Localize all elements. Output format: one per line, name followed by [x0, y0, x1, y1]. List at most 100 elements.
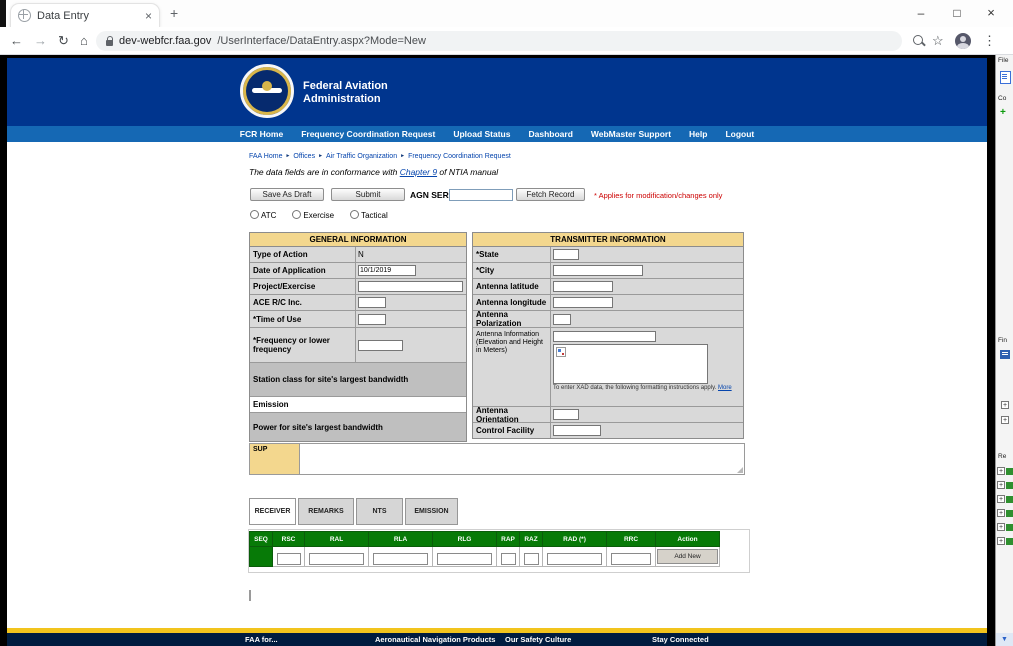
date-of-application-input[interactable] — [358, 265, 416, 276]
city-input[interactable] — [553, 265, 643, 276]
frequency-input[interactable] — [358, 340, 403, 351]
antenna-latitude-label: Antenna latitude — [473, 279, 551, 294]
agency-name: Federal Aviation Administration — [303, 80, 388, 106]
project-exercise-label: Project/Exercise — [250, 279, 356, 294]
window-minimize-button[interactable]: – — [905, 0, 937, 26]
agn-ser-input[interactable] — [449, 189, 513, 201]
breadcrumb-air-traffic-organization[interactable]: Air Traffic Organization — [326, 153, 397, 160]
radio-exercise[interactable] — [292, 210, 301, 219]
agency-line1: Federal Aviation — [303, 80, 388, 93]
row-control-facility: Control Facility — [473, 423, 743, 438]
forward-button[interactable]: → — [34, 33, 47, 48]
radio-atc[interactable] — [250, 210, 259, 219]
bookmark-star-icon[interactable]: ☆ — [932, 33, 944, 49]
green-plus-icon[interactable]: + — [1000, 108, 1006, 118]
chapter-9-link[interactable]: Chapter 9 — [400, 167, 437, 177]
book-icon — [1000, 350, 1010, 359]
fetch-record-button[interactable]: Fetch Record — [516, 188, 585, 201]
rap-input[interactable] — [501, 553, 516, 565]
state-input[interactable] — [553, 249, 579, 260]
row-station-class: Station class for site's largest bandwid… — [250, 363, 466, 397]
tree-expand-icon[interactable]: + — [997, 495, 1005, 503]
search-icon[interactable] — [913, 35, 923, 45]
antenna-orientation-input[interactable] — [553, 409, 579, 420]
tree-expand-icon[interactable]: + — [997, 523, 1005, 531]
reload-button[interactable]: ↻ — [58, 33, 69, 49]
tree-item-icon — [1006, 468, 1013, 475]
breadcrumb-frequency-coordination-request[interactable]: Frequency Coordination Request — [408, 153, 511, 160]
nav-logout[interactable]: Logout — [725, 129, 754, 139]
window-close-button[interactable]: × — [975, 0, 1007, 26]
co-label: Co — [998, 95, 1013, 102]
raz-input[interactable] — [524, 553, 539, 565]
tree-item-icon — [1006, 524, 1013, 531]
window-maximize-button[interactable]: □ — [941, 0, 973, 26]
footer-bar: FAA for... Aeronautical Navigation Produ… — [7, 633, 987, 646]
breadcrumb: FAA Home►Offices►Air Traffic Organizatio… — [249, 153, 511, 160]
power-label: Power for site's largest bandwidth — [250, 413, 466, 441]
tree-expand-icon[interactable]: + — [997, 481, 1005, 489]
radio-tactical[interactable] — [350, 210, 359, 219]
submit-button[interactable]: Submit — [331, 188, 405, 201]
re-label: Re — [998, 453, 1013, 460]
ral-input[interactable] — [309, 553, 364, 565]
document-icon — [1000, 71, 1011, 84]
nav-upload-status[interactable]: Upload Status — [453, 129, 510, 139]
tab-remarks[interactable]: REMARKS — [298, 498, 354, 525]
browser-menu-icon[interactable]: ⋮ — [983, 33, 996, 49]
tree-item-icon — [1006, 538, 1013, 545]
station-class-label: Station class for site's largest bandwid… — [250, 363, 466, 396]
control-facility-input[interactable] — [553, 425, 601, 436]
receiver-table-row: Add New — [250, 547, 720, 567]
tree-expand-icon[interactable]: + — [997, 467, 1005, 475]
rrc-input[interactable] — [611, 553, 651, 565]
ace-rc-input[interactable] — [358, 297, 386, 308]
time-of-use-input[interactable] — [358, 314, 386, 325]
tab-nts[interactable]: NTS — [356, 498, 403, 525]
nav-help[interactable]: Help — [689, 129, 707, 139]
tree-item-icon — [1006, 496, 1013, 503]
antenna-longitude-input[interactable] — [553, 297, 613, 308]
row-frequency: *Frequency or lower frequency — [250, 328, 466, 363]
scroll-down-button[interactable]: ▼ — [996, 633, 1013, 646]
home-button[interactable]: ⌂ — [80, 33, 88, 48]
save-as-draft-button[interactable]: Save As Draft — [250, 188, 324, 201]
browser-tab[interactable]: Data Entry × — [10, 3, 160, 27]
file-menu[interactable]: File — [998, 57, 1013, 64]
breadcrumb-offices[interactable]: Offices — [293, 153, 315, 160]
xad-helper-text: To enter XAD data, the following formatt… — [553, 385, 732, 391]
tree-expand-icon[interactable]: + — [1001, 401, 1009, 409]
project-exercise-input[interactable] — [358, 281, 463, 292]
sup-textarea[interactable] — [300, 444, 744, 474]
tree-expand-icon[interactable]: + — [997, 537, 1005, 545]
antenna-polarization-input[interactable] — [553, 314, 571, 325]
tree-expand-icon[interactable]: + — [997, 509, 1005, 517]
nav-frequency-coordination-request[interactable]: Frequency Coordination Request — [301, 129, 435, 139]
back-button[interactable]: ← — [10, 33, 23, 48]
antenna-info-textarea[interactable] — [553, 344, 708, 384]
tab-emission[interactable]: EMISSION — [405, 498, 458, 525]
new-tab-button[interactable]: + — [170, 5, 178, 21]
breadcrumb-faa-home[interactable]: FAA Home — [249, 153, 282, 160]
nav-webmaster-support[interactable]: WebMaster Support — [591, 129, 671, 139]
rla-input[interactable] — [373, 553, 428, 565]
tab-receiver[interactable]: RECEIVER — [249, 498, 296, 525]
profile-avatar[interactable] — [955, 33, 971, 49]
tab-close-icon[interactable]: × — [145, 10, 152, 22]
rlg-input[interactable] — [437, 553, 492, 565]
nav-dashboard[interactable]: Dashboard — [528, 129, 572, 139]
resize-handle-icon[interactable] — [737, 467, 743, 473]
antenna-extra-input[interactable] — [553, 331, 656, 342]
antenna-latitude-input[interactable] — [553, 281, 613, 292]
rad-input[interactable] — [547, 553, 602, 565]
add-new-button[interactable]: Add New — [657, 549, 718, 564]
address-bar[interactable]: dev-webfcr.faa.gov/UserInterface/DataEnt… — [96, 31, 902, 51]
rsc-input[interactable] — [277, 553, 301, 565]
conformance-prefix: The data fields are in conformance with — [249, 167, 400, 177]
xad-more-link[interactable]: More — [718, 385, 732, 391]
tree-expand-icon[interactable]: + — [1001, 416, 1009, 424]
row-power: Power for site's largest bandwidth — [250, 413, 466, 441]
conformance-note: The data fields are in conformance with … — [249, 167, 498, 177]
nav-fcr-home[interactable]: FCR Home — [240, 129, 283, 139]
col-rlg: RLG — [433, 532, 497, 547]
